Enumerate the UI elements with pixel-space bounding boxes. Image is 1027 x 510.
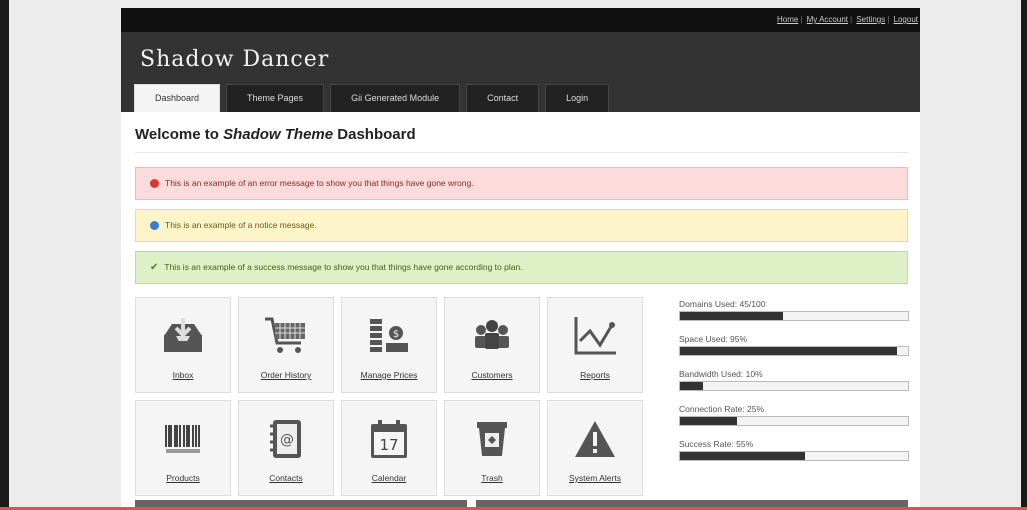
success-message: ✔ This is an example of a success messag…	[135, 251, 908, 284]
progress-fill	[680, 312, 783, 320]
tile-inbox[interactable]: Inbox	[135, 297, 231, 393]
dashboard-tiles: Inbox Order History $ Manage Prices Cust…	[135, 297, 643, 496]
cart-icon	[239, 312, 333, 360]
progress-bar	[679, 381, 909, 391]
logout-link[interactable]: Logout	[894, 15, 918, 24]
notice-message: This is an example of a notice message.	[135, 209, 908, 242]
stat-domains: Domains Used: 45/100	[679, 299, 909, 321]
left-edge	[0, 0, 9, 510]
tile-label: Calendar	[371, 473, 407, 483]
stat-bandwidth: Bandwidth Used: 10%	[679, 369, 909, 391]
progress-fill	[680, 452, 806, 460]
tab-contact[interactable]: Contact	[466, 84, 540, 112]
site-brand[interactable]: Shadow Dancer	[140, 47, 329, 72]
main-content: Welcome to Shadow Theme Dashboard This i…	[121, 112, 920, 284]
error-icon	[150, 179, 159, 188]
error-message-text: This is an example of an error message t…	[165, 178, 474, 188]
usage-stats: Domains Used: 45/100 Space Used: 95% Ban…	[679, 299, 909, 474]
customers-icon	[445, 312, 539, 360]
error-message: This is an example of an error message t…	[135, 167, 908, 200]
stat-label: Domains Used: 45/100	[679, 299, 766, 309]
svg-text:$: $	[393, 329, 399, 340]
progress-bar	[679, 451, 909, 461]
tile-label: System Alerts	[569, 473, 621, 483]
tile-label: Reports	[580, 370, 610, 380]
checkmark-icon: ✔	[150, 262, 159, 273]
progress-fill	[680, 347, 897, 355]
tile-customers[interactable]: Customers	[444, 297, 540, 393]
tab-login[interactable]: Login	[545, 84, 610, 112]
info-icon	[150, 221, 159, 230]
tile-manage-prices[interactable]: $ Manage Prices	[341, 297, 437, 393]
tile-label: Customers	[471, 370, 513, 380]
page-container: Home | My Account | Settings | Logout Shado…	[121, 8, 920, 510]
chart-icon	[548, 312, 642, 360]
tile-contacts[interactable]: @ Contacts	[238, 400, 334, 496]
progress-bar	[679, 346, 909, 356]
stat-label: Success Rate: 55%	[679, 439, 754, 449]
address-book-icon: @	[239, 415, 333, 463]
tab-dashboard[interactable]: Dashboard	[134, 84, 221, 112]
svg-text:@: @	[280, 432, 294, 448]
progress-fill	[680, 382, 703, 390]
tile-label: Products	[166, 473, 200, 483]
tile-trash[interactable]: Trash	[444, 400, 540, 496]
calendar-day: 17	[379, 436, 398, 454]
top-bar: Home | My Account | Settings | Logout	[121, 8, 920, 32]
warning-icon	[548, 415, 642, 463]
barcode-icon	[136, 415, 230, 463]
tile-order-history[interactable]: Order History	[238, 297, 334, 393]
notice-message-text: This is an example of a notice message.	[165, 220, 317, 230]
stat-connection: Connection Rate: 25%	[679, 404, 909, 426]
progress-bar	[679, 311, 909, 321]
calendar-icon: 17	[342, 415, 436, 463]
settings-link[interactable]: Settings	[856, 15, 885, 24]
right-edge	[1021, 0, 1027, 510]
my-account-link[interactable]: My Account	[807, 15, 848, 24]
inbox-icon	[136, 312, 230, 360]
tile-label: Order History	[260, 370, 312, 380]
success-message-text: This is an example of a success message …	[164, 262, 523, 272]
tile-products[interactable]: Products	[135, 400, 231, 496]
top-links: Home | My Account | Settings | Logout	[776, 15, 918, 24]
tile-reports[interactable]: Reports	[547, 297, 643, 393]
prices-icon: $	[342, 312, 436, 360]
stat-space: Space Used: 95%	[679, 334, 909, 356]
tile-calendar[interactable]: 17 Calendar	[341, 400, 437, 496]
tile-label: Trash	[481, 473, 503, 483]
trash-icon	[445, 415, 539, 463]
progress-bar	[679, 416, 909, 426]
site-header: Shadow Dancer Dashboard Theme Pages Gii …	[121, 32, 920, 112]
tile-label: Inbox	[172, 370, 194, 380]
stat-label: Bandwidth Used: 10%	[679, 369, 763, 379]
tile-label: Manage Prices	[360, 370, 418, 380]
main-nav: Dashboard Theme Pages Gii Generated Modu…	[134, 84, 610, 112]
progress-fill	[680, 417, 737, 425]
tile-label: Contacts	[269, 473, 303, 483]
tab-gii-generated-module[interactable]: Gii Generated Module	[330, 84, 461, 112]
tab-theme-pages[interactable]: Theme Pages	[226, 84, 325, 112]
home-link[interactable]: Home	[777, 15, 798, 24]
stat-success: Success Rate: 55%	[679, 439, 909, 461]
stat-label: Space Used: 95%	[679, 334, 748, 344]
stat-label: Connection Rate: 25%	[679, 404, 765, 414]
tile-system-alerts[interactable]: System Alerts	[547, 400, 643, 496]
page-title: Welcome to Shadow Theme Dashboard	[135, 126, 908, 153]
